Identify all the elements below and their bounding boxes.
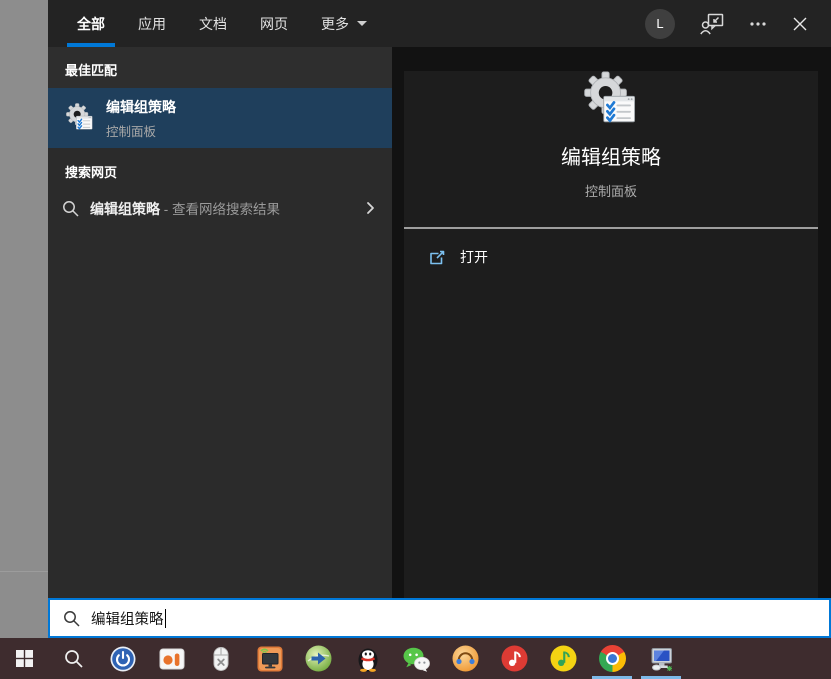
taskbar (0, 638, 831, 679)
windows-start-icon (16, 650, 33, 667)
open-action-label: 打开 (460, 247, 488, 267)
web-result-text: 编辑组策略 - 查看网络搜索结果 (90, 198, 280, 219)
group-policy-icon-large (582, 71, 640, 129)
tab-all-label: 全部 (77, 14, 105, 34)
remote-desktop-icon (648, 646, 675, 672)
taskbar-qq-music[interactable] (539, 638, 588, 679)
feedback-icon[interactable] (700, 13, 724, 35)
qq-icon (355, 646, 381, 672)
search-box[interactable]: 编辑组策略 (48, 598, 831, 638)
preview-panel: 编辑组策略 控制面板 打开 (392, 47, 831, 598)
taskbar-qq[interactable] (343, 638, 392, 679)
avatar[interactable]: L (645, 9, 675, 39)
close-icon[interactable] (792, 16, 808, 32)
taskbar-netease-music[interactable] (490, 638, 539, 679)
chrome-icon (599, 645, 626, 672)
netease-music-icon (501, 645, 528, 672)
taskbar-chrome[interactable] (588, 638, 637, 679)
qq-music-icon (550, 645, 577, 672)
ellipsis-icon[interactable] (749, 15, 767, 33)
taskbar-mouse-utility[interactable] (196, 638, 245, 679)
taskbar-remote-control[interactable] (245, 638, 294, 679)
taskbar-screen-capture[interactable] (147, 638, 196, 679)
music-player-icon (452, 645, 479, 672)
start-button[interactable] (0, 638, 49, 679)
tab-apps[interactable]: 应用 (128, 0, 176, 47)
wechat-icon (403, 646, 430, 672)
result-title: 编辑组策略 (106, 97, 176, 117)
tab-documents[interactable]: 文档 (189, 0, 237, 47)
taskbar-music-player[interactable] (441, 638, 490, 679)
mouse-utility-icon (208, 646, 234, 672)
best-match-header: 最佳匹配 (48, 47, 392, 88)
result-subtitle: 控制面板 (106, 121, 176, 140)
open-external-icon (428, 249, 446, 266)
web-result-suffix: - 查看网络搜索结果 (160, 202, 280, 217)
desktop-background (0, 0, 48, 638)
web-result-query: 编辑组策略 (90, 201, 160, 217)
web-search-result[interactable]: 编辑组策略 - 查看网络搜索结果 (48, 189, 392, 227)
power-manager-icon (110, 646, 136, 672)
chevron-down-icon (357, 21, 367, 26)
preview-card: 编辑组策略 控制面板 打开 (404, 71, 818, 605)
tab-more[interactable]: 更多 (311, 0, 377, 47)
taskbar-download-manager[interactable] (294, 638, 343, 679)
preview-subtitle: 控制面板 (404, 181, 818, 200)
search-icon (63, 610, 80, 627)
tab-web-label: 网页 (260, 14, 288, 34)
desktop-window-edge (0, 571, 48, 572)
preview-title: 编辑组策略 (404, 141, 818, 170)
tab-all[interactable]: 全部 (67, 0, 115, 47)
results-panel: 最佳匹配 编辑组策略 控制面板 搜索网页 编辑组策略 - 查看 (48, 47, 392, 598)
text-caret (165, 609, 167, 628)
flyout-content: 最佳匹配 编辑组策略 控制面板 搜索网页 编辑组策略 - 查看 (48, 47, 831, 598)
taskbar-search-button[interactable] (49, 638, 98, 679)
web-search-header: 搜索网页 (48, 148, 392, 187)
search-tabs-bar: 全部 应用 文档 网页 更多 L (48, 0, 831, 47)
tab-more-label: 更多 (321, 14, 349, 34)
screen-capture-icon (159, 646, 185, 672)
chevron-right-icon (362, 200, 378, 216)
search-flyout: 全部 应用 文档 网页 更多 L (48, 0, 831, 598)
group-policy-icon (65, 103, 95, 133)
best-match-result[interactable]: 编辑组策略 控制面板 (48, 88, 392, 148)
taskbar-wechat[interactable] (392, 638, 441, 679)
remote-control-icon (257, 646, 283, 672)
taskbar-remote-desktop[interactable] (637, 638, 686, 679)
search-icon (62, 200, 79, 217)
result-text: 编辑组策略 控制面板 (106, 97, 176, 140)
taskbar-power-manager[interactable] (98, 638, 147, 679)
tab-documents-label: 文档 (199, 14, 227, 34)
open-action[interactable]: 打开 (404, 229, 818, 267)
tab-list: 全部 应用 文档 网页 更多 (48, 0, 390, 47)
search-input-value: 编辑组策略 (91, 608, 164, 629)
taskbar-search-icon (64, 649, 84, 669)
tab-web[interactable]: 网页 (250, 0, 298, 47)
download-manager-icon (305, 645, 332, 672)
tab-apps-label: 应用 (138, 14, 166, 34)
topbar-controls: L (645, 0, 831, 47)
